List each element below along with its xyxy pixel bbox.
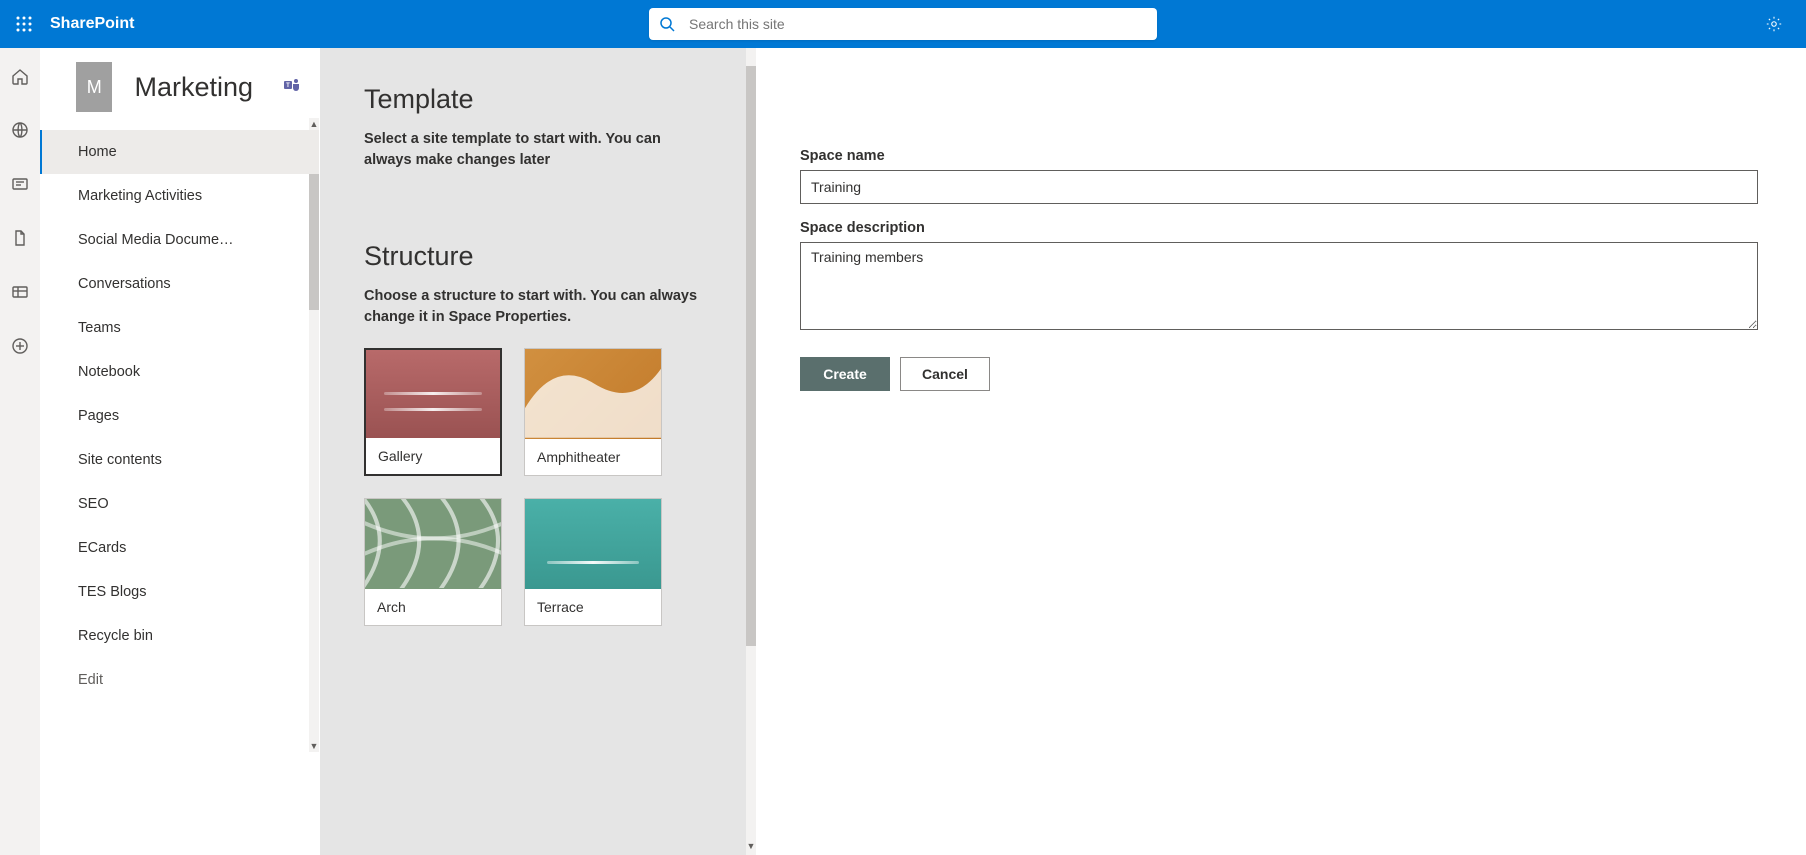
globe-icon bbox=[11, 121, 29, 139]
nav-scroll-down[interactable]: ▼ bbox=[309, 740, 319, 752]
panel-scrollbar-track[interactable] bbox=[746, 48, 756, 855]
template-description: Select a site template to start with. Yo… bbox=[364, 129, 674, 171]
file-icon bbox=[11, 229, 29, 247]
structure-card-terrace[interactable]: Terrace bbox=[524, 498, 662, 626]
plus-circle-icon bbox=[11, 337, 29, 355]
nav-item-recycle-bin[interactable]: Recycle bin bbox=[40, 614, 319, 658]
form-actions: Create Cancel bbox=[800, 357, 1758, 391]
space-description-input[interactable] bbox=[800, 242, 1758, 330]
rail-create[interactable] bbox=[10, 336, 30, 356]
space-name-label: Space name bbox=[800, 148, 1758, 164]
suite-header: SharePoint bbox=[0, 0, 1806, 48]
waffle-icon bbox=[16, 16, 32, 32]
settings-button[interactable] bbox=[1750, 0, 1798, 48]
template-panel: ▲ ▼ Template Select a site template to s… bbox=[320, 48, 756, 855]
nav-item-pages[interactable]: Pages bbox=[40, 394, 319, 438]
structure-thumb-terrace bbox=[525, 499, 661, 589]
gear-icon bbox=[1765, 15, 1783, 33]
rail-files[interactable] bbox=[10, 228, 30, 248]
site-header: M Marketing T bbox=[40, 62, 319, 130]
space-description-label: Space description bbox=[800, 220, 1758, 236]
nav-item-home[interactable]: Home bbox=[40, 130, 319, 174]
structure-card-arch[interactable]: Arch bbox=[364, 498, 502, 626]
structure-label: Terrace bbox=[525, 589, 661, 625]
site-title[interactable]: Marketing bbox=[134, 72, 253, 103]
panel-scrollbar-thumb[interactable] bbox=[746, 66, 756, 646]
structure-card-amphitheater[interactable]: Amphitheater bbox=[524, 348, 662, 476]
list-icon bbox=[11, 283, 29, 301]
rail-global[interactable] bbox=[10, 120, 30, 140]
nav-item-social-media-docume[interactable]: Social Media Docume… bbox=[40, 218, 319, 262]
structure-cards: Gallery Amphitheater Arch Terrace bbox=[364, 348, 720, 626]
nav-scroll-up[interactable]: ▲ bbox=[309, 118, 319, 130]
panel-scroll-down[interactable]: ▼ bbox=[746, 839, 756, 853]
structure-label: Gallery bbox=[366, 438, 500, 474]
nav-item-site-contents[interactable]: Site contents bbox=[40, 438, 319, 482]
search-input[interactable] bbox=[689, 16, 1147, 32]
svg-text:T: T bbox=[286, 83, 290, 89]
app-launcher-button[interactable] bbox=[0, 0, 48, 48]
create-button[interactable]: Create bbox=[800, 357, 890, 391]
structure-card-gallery[interactable]: Gallery bbox=[364, 348, 502, 476]
teams-icon: T bbox=[283, 76, 301, 94]
rail-home[interactable] bbox=[10, 66, 30, 86]
space-name-input[interactable] bbox=[800, 170, 1758, 204]
site-sidebar: M Marketing T ▲ ▼ HomeMarketing Activiti… bbox=[40, 48, 320, 855]
structure-thumb-gallery bbox=[366, 350, 500, 438]
structure-label: Arch bbox=[365, 589, 501, 625]
search-box[interactable] bbox=[649, 8, 1157, 40]
rail-lists[interactable] bbox=[10, 282, 30, 302]
structure-description: Choose a structure to start with. You ca… bbox=[364, 286, 704, 328]
cancel-button[interactable]: Cancel bbox=[900, 357, 990, 391]
teams-link[interactable]: T bbox=[283, 76, 301, 99]
nav-item-notebook[interactable]: Notebook bbox=[40, 350, 319, 394]
nav-item-tes-blogs[interactable]: TES Blogs bbox=[40, 570, 319, 614]
home-icon bbox=[11, 67, 29, 85]
rail-news[interactable] bbox=[10, 174, 30, 194]
nav-item-teams[interactable]: Teams bbox=[40, 306, 319, 350]
template-heading: Template bbox=[364, 84, 720, 115]
nav-item-edit[interactable]: Edit bbox=[40, 658, 319, 702]
global-nav-rail bbox=[0, 48, 40, 855]
nav-item-conversations[interactable]: Conversations bbox=[40, 262, 319, 306]
structure-label: Amphitheater bbox=[525, 439, 661, 475]
site-nav: ▲ ▼ HomeMarketing ActivitiesSocial Media… bbox=[40, 130, 319, 702]
nav-item-marketing-activities[interactable]: Marketing Activities bbox=[40, 174, 319, 218]
structure-heading: Structure bbox=[364, 241, 720, 272]
structure-thumb-arch bbox=[365, 499, 501, 589]
nav-item-seo[interactable]: SEO bbox=[40, 482, 319, 526]
brand-label[interactable]: SharePoint bbox=[50, 15, 134, 33]
form-panel: Space name Space description Create Canc… bbox=[756, 48, 1806, 855]
structure-thumb-amphitheater bbox=[525, 349, 661, 439]
search-icon bbox=[659, 16, 675, 32]
nav-item-ecards[interactable]: ECards bbox=[40, 526, 319, 570]
site-tile[interactable]: M bbox=[76, 62, 112, 112]
news-icon bbox=[11, 175, 29, 193]
